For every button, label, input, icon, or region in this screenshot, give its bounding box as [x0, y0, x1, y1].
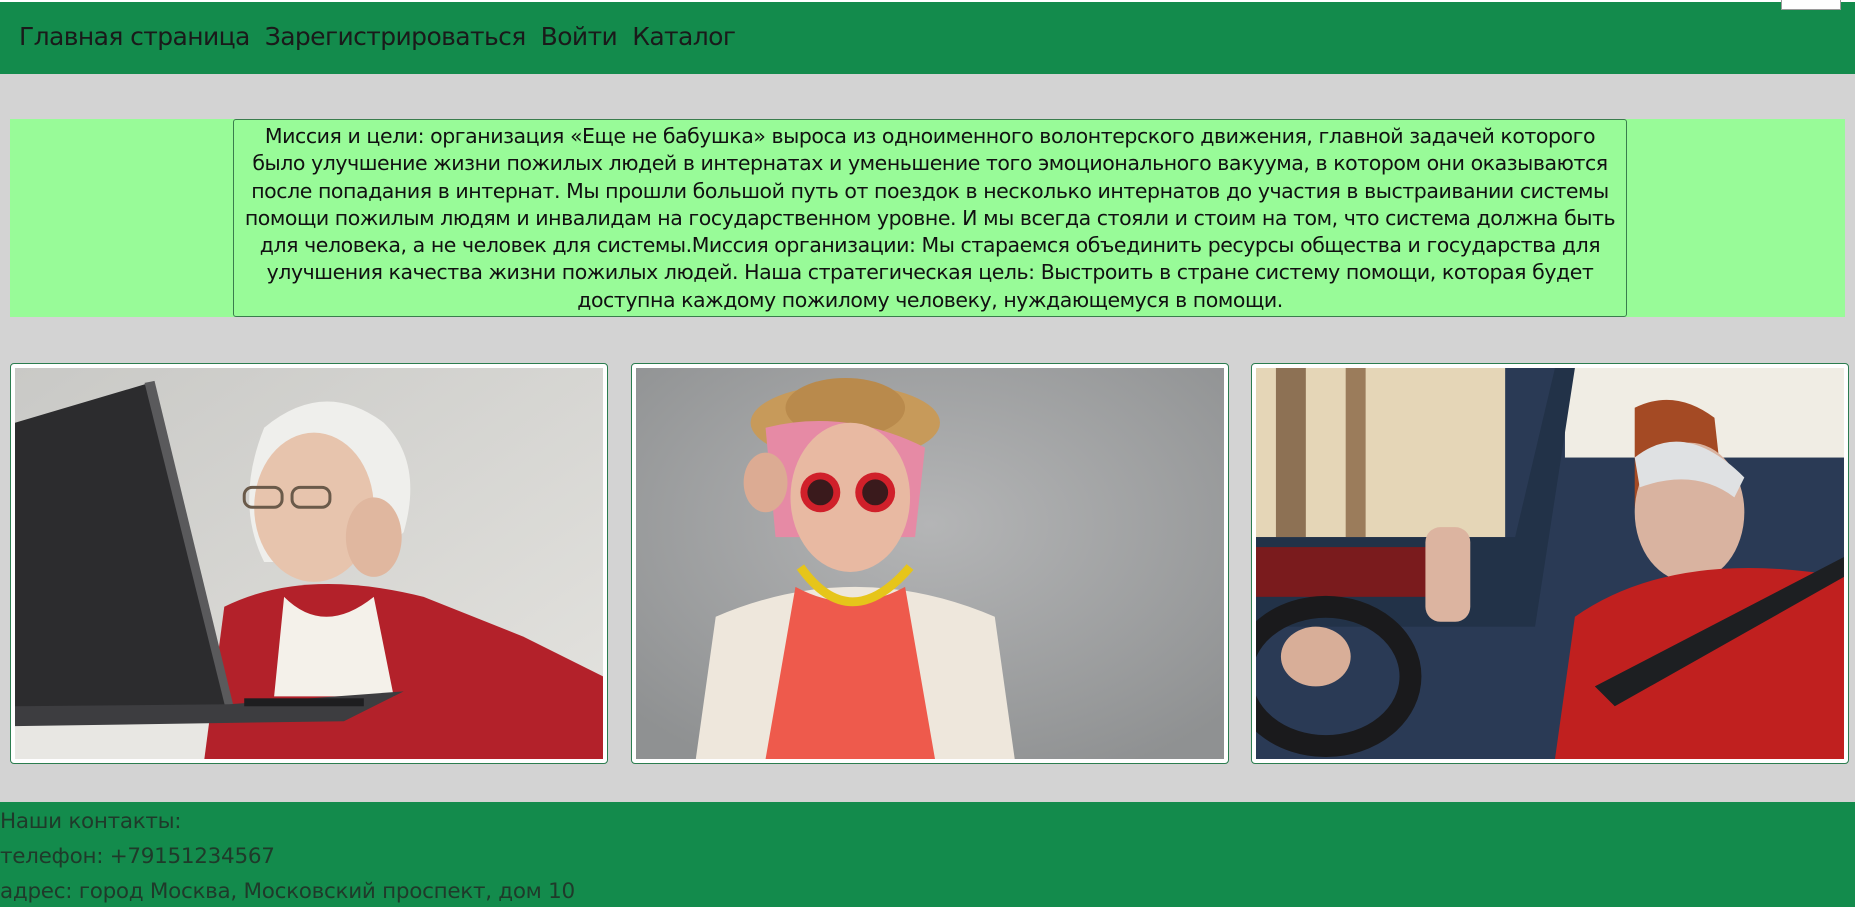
- nav-link-catalog[interactable]: Каталог: [632, 24, 736, 49]
- contact-address: адрес: город Москва, Московский проспект…: [0, 879, 575, 904]
- photo-card: [631, 363, 1229, 764]
- top-navigation: Главная страница Зарегистрироваться Войт…: [0, 0, 1855, 74]
- nav-link-home[interactable]: Главная страница: [19, 24, 250, 49]
- mission-box: Миссия и цели: организация «Еще не бабуш…: [233, 119, 1627, 317]
- mission-text: Миссия и цели: организация «Еще не бабуш…: [244, 124, 1616, 312]
- elderly-woman-sunglasses-photo: [636, 368, 1224, 759]
- elderly-woman-laptop-photo: [15, 368, 603, 759]
- photo-card: [10, 363, 608, 764]
- corner-widget[interactable]: [1781, 0, 1841, 10]
- nav-link-login[interactable]: Войти: [541, 24, 618, 49]
- elderly-woman-car-photo: [1256, 368, 1844, 759]
- nav-link-register[interactable]: Зарегистрироваться: [265, 24, 527, 49]
- nav-links: Главная страница Зарегистрироваться Войт…: [19, 24, 736, 49]
- footer: Наши контакты: телефон: +79151234567 адр…: [0, 802, 1855, 907]
- photo-card: [1251, 363, 1849, 764]
- contacts-heading: Наши контакты:: [0, 809, 182, 834]
- contact-phone: телефон: +79151234567: [0, 844, 275, 869]
- photo-gallery: [10, 363, 1849, 764]
